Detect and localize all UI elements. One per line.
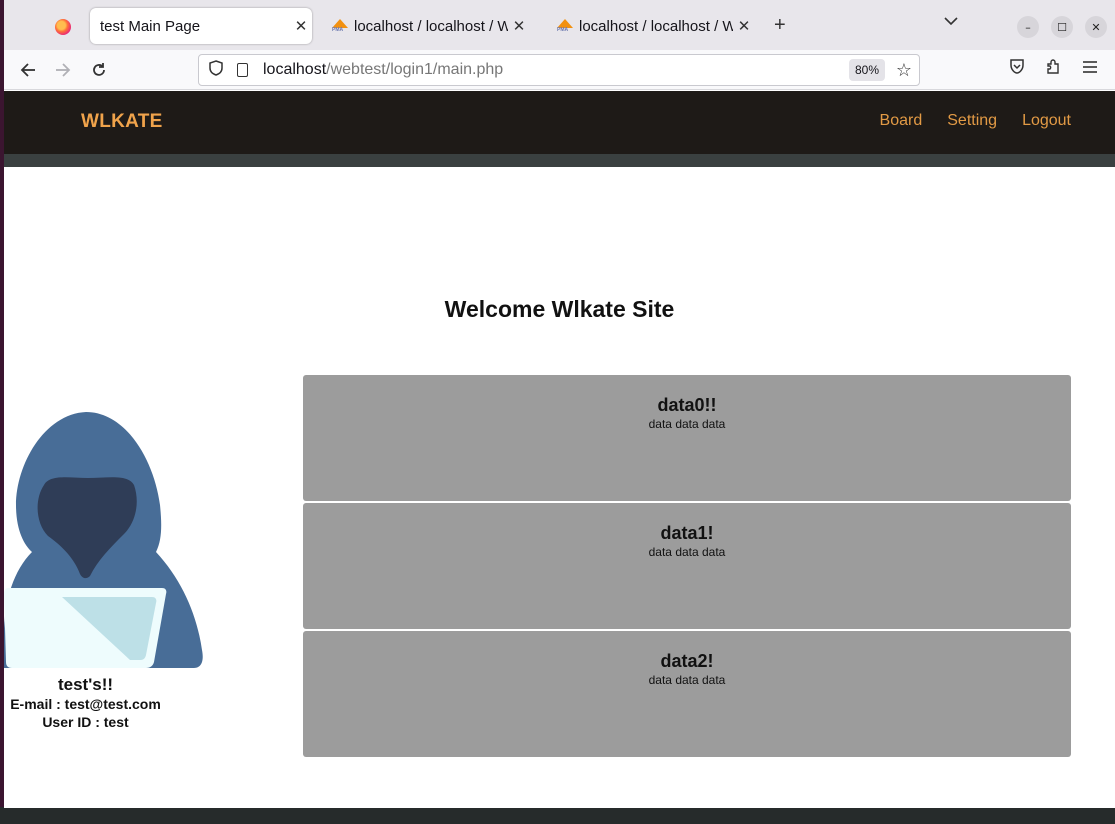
tab-close-icon[interactable]: ✕ xyxy=(733,17,755,35)
data-card-text: data data data xyxy=(648,417,726,431)
zoom-level-button[interactable]: 80% xyxy=(848,59,885,81)
desktop-taskbar-edge xyxy=(0,807,1115,824)
tab-phpmyadmin-2[interactable]: localhost / localhost / We ✕ xyxy=(547,8,755,44)
minimize-button[interactable]: – xyxy=(1017,16,1039,38)
tab-phpmyadmin-1[interactable]: localhost / localhost / We ✕ xyxy=(322,8,530,44)
tab-close-icon[interactable]: ✕ xyxy=(290,17,312,35)
data-card[interactable]: data0!! data data data xyxy=(303,375,1071,501)
tab-label: test Main Page xyxy=(100,17,201,35)
nav-link-setting[interactable]: Setting xyxy=(947,112,997,130)
tab-label: localhost / localhost / We xyxy=(354,17,508,35)
list-all-tabs-button[interactable] xyxy=(944,14,958,30)
navigation-toolbar: localhost/webtest/login1/main.php 80% ☆ xyxy=(4,50,1115,90)
data-card[interactable]: data1! data data data xyxy=(303,503,1071,629)
tracking-protection-shield-icon[interactable] xyxy=(201,60,231,80)
phpmyadmin-icon xyxy=(557,19,573,33)
url-path: /webtest/login1/main.php xyxy=(326,61,504,78)
tab-bar: test Main Page ✕ localhost / localhost /… xyxy=(4,0,1115,50)
tab-close-icon[interactable]: ✕ xyxy=(508,17,530,35)
url-bar[interactable]: localhost/webtest/login1/main.php 80% ☆ xyxy=(198,54,920,86)
back-button[interactable] xyxy=(13,56,43,84)
pocket-icon[interactable] xyxy=(1009,59,1025,78)
header-divider-bar xyxy=(4,154,1115,167)
data-card-title: data0!! xyxy=(657,395,717,415)
nav-link-board[interactable]: Board xyxy=(880,112,923,130)
extensions-icon[interactable] xyxy=(1045,59,1061,79)
data-card-title: data2! xyxy=(660,651,714,671)
profile-name: test's!! xyxy=(57,675,114,694)
close-window-button[interactable]: ✕ xyxy=(1085,16,1107,38)
hamburger-menu-icon[interactable] xyxy=(1082,59,1098,78)
data-card-text: data data data xyxy=(648,545,726,559)
site-brand-logo[interactable]: WLKATE xyxy=(81,111,163,133)
firefox-icon xyxy=(55,19,71,35)
data-card-title: data1! xyxy=(660,523,714,543)
nav-link-logout[interactable]: Logout xyxy=(1022,112,1071,130)
data-card[interactable]: data2! data data data xyxy=(303,631,1071,757)
chevron-down-icon xyxy=(944,17,958,26)
page-title: Welcome Wlkate Site xyxy=(4,296,1115,323)
browser-window: test Main Page ✕ localhost / localhost /… xyxy=(4,0,1115,808)
profile-panel: test's!! E-mail : test@test.com User ID … xyxy=(4,410,204,740)
data-card-text: data data data xyxy=(648,673,726,687)
tab-main-page[interactable]: test Main Page ✕ xyxy=(90,8,312,44)
data-card-list: data0!! data data data data1! data data … xyxy=(303,375,1071,759)
forward-button[interactable] xyxy=(48,56,78,84)
maximize-button[interactable]: ☐ xyxy=(1051,16,1073,38)
welcome-heading: Welcome Wlkate Site xyxy=(444,296,675,322)
profile-email: E-mail : test@test.com xyxy=(10,696,161,712)
tab-label: localhost / localhost / We xyxy=(579,17,733,35)
page-info-icon[interactable] xyxy=(231,62,253,78)
firefox-view-button[interactable] xyxy=(48,10,78,44)
reload-icon xyxy=(93,63,105,76)
site-nav: Board Setting Logout xyxy=(880,112,1071,130)
new-tab-button[interactable]: + xyxy=(774,14,786,37)
profile-user-id: User ID : test xyxy=(42,714,129,730)
hacker-avatar-icon xyxy=(4,412,203,668)
phpmyadmin-icon xyxy=(332,19,348,33)
url-host: localhost xyxy=(263,61,327,78)
site-header: WLKATE Board Setting Logout xyxy=(4,91,1115,154)
url-text[interactable]: localhost/webtest/login1/main.php xyxy=(263,61,849,79)
reload-button[interactable] xyxy=(84,56,114,84)
back-arrow-icon xyxy=(20,63,35,77)
bookmark-star-icon[interactable]: ☆ xyxy=(893,60,915,81)
forward-arrow-icon xyxy=(56,63,71,77)
